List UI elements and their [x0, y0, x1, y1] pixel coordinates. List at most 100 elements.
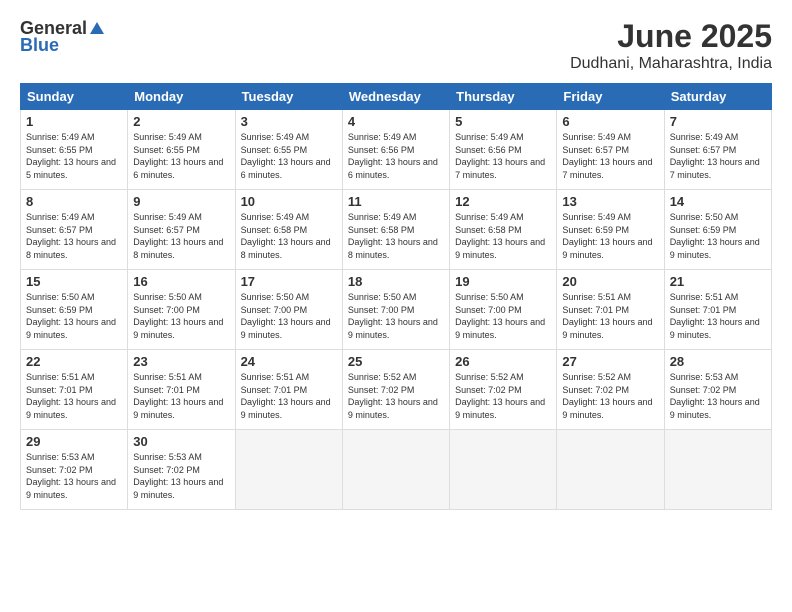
sunrise: Sunrise: 5:53 AM [133, 451, 229, 464]
sunset: Sunset: 6:59 PM [562, 224, 658, 237]
day-cell-26: 26 Sunrise: 5:52 AM Sunset: 7:02 PM Dayl… [450, 350, 557, 430]
header-row: Sunday Monday Tuesday Wednesday Thursday… [21, 84, 772, 110]
sunset: Sunset: 7:00 PM [455, 304, 551, 317]
day-info: Sunrise: 5:49 AM Sunset: 6:55 PM Dayligh… [241, 131, 337, 181]
day-number: 23 [133, 354, 229, 369]
day-number: 19 [455, 274, 551, 289]
day-info: Sunrise: 5:49 AM Sunset: 6:57 PM Dayligh… [133, 211, 229, 261]
sunrise: Sunrise: 5:49 AM [348, 211, 444, 224]
day-cell-1: 1 Sunrise: 5:49 AM Sunset: 6:55 PM Dayli… [21, 110, 128, 190]
day-number: 26 [455, 354, 551, 369]
sunrise: Sunrise: 5:49 AM [562, 211, 658, 224]
day-info: Sunrise: 5:50 AM Sunset: 6:59 PM Dayligh… [670, 211, 766, 261]
daylight: Daylight: 13 hours and 9 minutes. [133, 316, 229, 341]
day-number: 5 [455, 114, 551, 129]
sunrise: Sunrise: 5:50 AM [348, 291, 444, 304]
daylight: Daylight: 13 hours and 9 minutes. [562, 396, 658, 421]
sunset: Sunset: 6:57 PM [670, 144, 766, 157]
col-saturday: Saturday [664, 84, 771, 110]
day-number: 30 [133, 434, 229, 449]
sunset: Sunset: 6:57 PM [133, 224, 229, 237]
sunrise: Sunrise: 5:52 AM [348, 371, 444, 384]
day-number: 4 [348, 114, 444, 129]
calendar-table: Sunday Monday Tuesday Wednesday Thursday… [20, 83, 772, 510]
daylight: Daylight: 13 hours and 6 minutes. [133, 156, 229, 181]
empty-cell [235, 430, 342, 510]
day-number: 12 [455, 194, 551, 209]
day-info: Sunrise: 5:49 AM Sunset: 6:57 PM Dayligh… [562, 131, 658, 181]
day-cell-27: 27 Sunrise: 5:52 AM Sunset: 7:02 PM Dayl… [557, 350, 664, 430]
sunrise: Sunrise: 5:51 AM [562, 291, 658, 304]
day-number: 9 [133, 194, 229, 209]
sunrise: Sunrise: 5:51 AM [26, 371, 122, 384]
day-cell-29: 29 Sunrise: 5:53 AM Sunset: 7:02 PM Dayl… [21, 430, 128, 510]
day-cell-10: 10 Sunrise: 5:49 AM Sunset: 6:58 PM Dayl… [235, 190, 342, 270]
day-number: 8 [26, 194, 122, 209]
sunset: Sunset: 6:55 PM [133, 144, 229, 157]
day-info: Sunrise: 5:50 AM Sunset: 7:00 PM Dayligh… [133, 291, 229, 341]
day-number: 15 [26, 274, 122, 289]
daylight: Daylight: 13 hours and 9 minutes. [348, 396, 444, 421]
sunrise: Sunrise: 5:51 AM [670, 291, 766, 304]
sunset: Sunset: 6:57 PM [26, 224, 122, 237]
sunrise: Sunrise: 5:50 AM [670, 211, 766, 224]
sunrise: Sunrise: 5:49 AM [562, 131, 658, 144]
day-info: Sunrise: 5:49 AM Sunset: 6:59 PM Dayligh… [562, 211, 658, 261]
sunrise: Sunrise: 5:49 AM [241, 211, 337, 224]
day-cell-23: 23 Sunrise: 5:51 AM Sunset: 7:01 PM Dayl… [128, 350, 235, 430]
sunset: Sunset: 6:58 PM [348, 224, 444, 237]
col-thursday: Thursday [450, 84, 557, 110]
day-cell-6: 6 Sunrise: 5:49 AM Sunset: 6:57 PM Dayli… [557, 110, 664, 190]
sunrise: Sunrise: 5:50 AM [133, 291, 229, 304]
day-info: Sunrise: 5:49 AM Sunset: 6:57 PM Dayligh… [26, 211, 122, 261]
sunset: Sunset: 6:56 PM [348, 144, 444, 157]
daylight: Daylight: 13 hours and 8 minutes. [241, 236, 337, 261]
daylight: Daylight: 13 hours and 7 minutes. [670, 156, 766, 181]
sunrise: Sunrise: 5:49 AM [133, 131, 229, 144]
daylight: Daylight: 13 hours and 9 minutes. [133, 396, 229, 421]
day-number: 14 [670, 194, 766, 209]
day-cell-19: 19 Sunrise: 5:50 AM Sunset: 7:00 PM Dayl… [450, 270, 557, 350]
sunrise: Sunrise: 5:52 AM [562, 371, 658, 384]
daylight: Daylight: 13 hours and 9 minutes. [348, 316, 444, 341]
daylight: Daylight: 13 hours and 6 minutes. [241, 156, 337, 181]
day-number: 22 [26, 354, 122, 369]
day-info: Sunrise: 5:49 AM Sunset: 6:58 PM Dayligh… [455, 211, 551, 261]
day-info: Sunrise: 5:51 AM Sunset: 7:01 PM Dayligh… [562, 291, 658, 341]
daylight: Daylight: 13 hours and 9 minutes. [562, 236, 658, 261]
day-number: 10 [241, 194, 337, 209]
sunrise: Sunrise: 5:49 AM [348, 131, 444, 144]
day-number: 11 [348, 194, 444, 209]
day-number: 2 [133, 114, 229, 129]
sunrise: Sunrise: 5:49 AM [455, 131, 551, 144]
sunrise: Sunrise: 5:50 AM [241, 291, 337, 304]
day-info: Sunrise: 5:52 AM Sunset: 7:02 PM Dayligh… [348, 371, 444, 421]
daylight: Daylight: 13 hours and 9 minutes. [562, 316, 658, 341]
day-info: Sunrise: 5:53 AM Sunset: 7:02 PM Dayligh… [670, 371, 766, 421]
sunrise: Sunrise: 5:51 AM [241, 371, 337, 384]
calendar-week-2: 8 Sunrise: 5:49 AM Sunset: 6:57 PM Dayli… [21, 190, 772, 270]
calendar-week-5: 29 Sunrise: 5:53 AM Sunset: 7:02 PM Dayl… [21, 430, 772, 510]
day-cell-28: 28 Sunrise: 5:53 AM Sunset: 7:02 PM Dayl… [664, 350, 771, 430]
sunset: Sunset: 6:59 PM [670, 224, 766, 237]
day-number: 20 [562, 274, 658, 289]
sunset: Sunset: 7:01 PM [26, 384, 122, 397]
sunset: Sunset: 6:57 PM [562, 144, 658, 157]
empty-cell [557, 430, 664, 510]
sunset: Sunset: 7:02 PM [133, 464, 229, 477]
sunset: Sunset: 6:55 PM [26, 144, 122, 157]
day-number: 7 [670, 114, 766, 129]
day-number: 17 [241, 274, 337, 289]
sunset: Sunset: 6:59 PM [26, 304, 122, 317]
daylight: Daylight: 13 hours and 9 minutes. [26, 316, 122, 341]
sunrise: Sunrise: 5:50 AM [26, 291, 122, 304]
day-info: Sunrise: 5:51 AM Sunset: 7:01 PM Dayligh… [670, 291, 766, 341]
day-number: 1 [26, 114, 122, 129]
empty-cell [450, 430, 557, 510]
day-cell-7: 7 Sunrise: 5:49 AM Sunset: 6:57 PM Dayli… [664, 110, 771, 190]
sunset: Sunset: 7:00 PM [241, 304, 337, 317]
day-cell-14: 14 Sunrise: 5:50 AM Sunset: 6:59 PM Dayl… [664, 190, 771, 270]
day-cell-12: 12 Sunrise: 5:49 AM Sunset: 6:58 PM Dayl… [450, 190, 557, 270]
daylight: Daylight: 13 hours and 9 minutes. [455, 396, 551, 421]
sunset: Sunset: 7:02 PM [562, 384, 658, 397]
